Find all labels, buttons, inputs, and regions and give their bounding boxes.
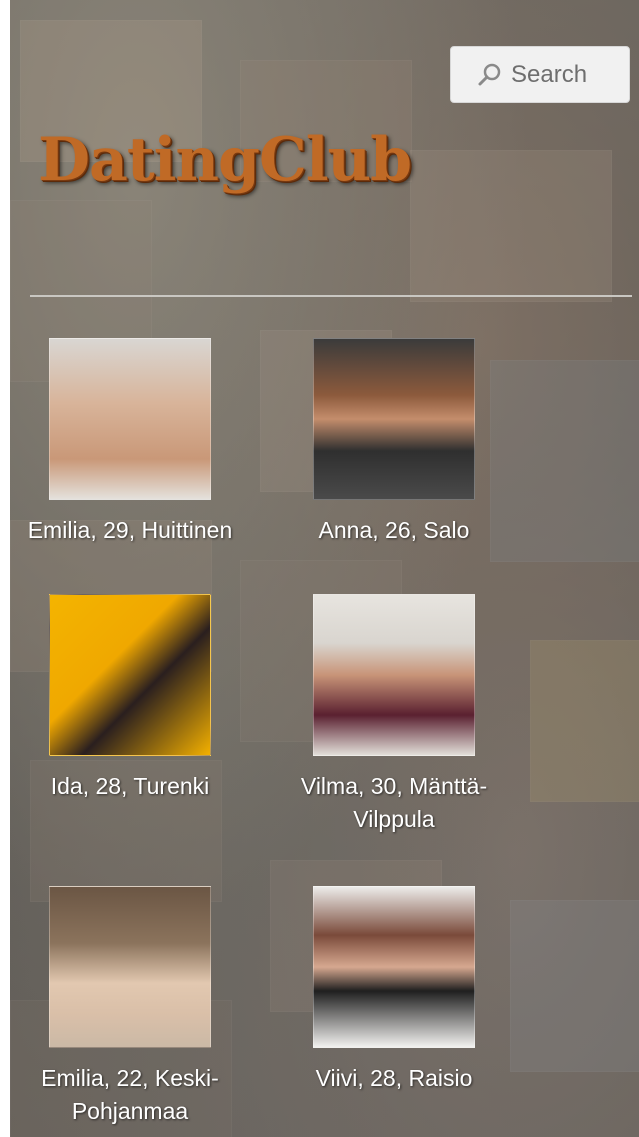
profile-photo[interactable] [313,594,475,756]
header-divider [30,295,632,297]
profile-card[interactable]: Emilia, 22, Keski-Pohjanmaa [10,886,260,1128]
profile-card[interactable]: Vilma, 30, Mänttä-Vilppula [264,594,524,836]
profile-card[interactable]: Viivi, 28, Raisio [264,886,524,1095]
page-background: Search DatingClub Emilia, 29, Huittinen … [10,0,639,1137]
profile-photo[interactable] [313,886,475,1048]
profile-photo[interactable] [49,594,211,756]
site-logo[interactable]: DatingClub [38,125,412,195]
profile-caption[interactable]: Viivi, 28, Raisio [264,1062,524,1095]
background-tile [410,150,612,302]
search-button[interactable]: Search [450,46,630,103]
search-label: Search [511,60,588,88]
profile-card[interactable]: Emilia, 29, Huittinen [10,338,260,547]
profile-caption[interactable]: Ida, 28, Turenki [10,770,260,803]
search-icon [478,63,501,85]
profile-caption[interactable]: Anna, 26, Salo [264,514,524,547]
profile-caption[interactable]: Vilma, 30, Mänttä-Vilppula [264,770,524,836]
profile-photo[interactable] [49,338,211,500]
background-tile [510,900,639,1072]
background-tile [530,640,639,802]
profile-caption[interactable]: Emilia, 29, Huittinen [10,514,260,547]
profile-photo[interactable] [313,338,475,500]
profile-card[interactable]: Anna, 26, Salo [264,338,524,547]
profile-card[interactable]: Ida, 28, Turenki [10,594,260,803]
profile-caption[interactable]: Emilia, 22, Keski-Pohjanmaa [10,1062,260,1128]
profile-photo[interactable] [49,886,211,1048]
